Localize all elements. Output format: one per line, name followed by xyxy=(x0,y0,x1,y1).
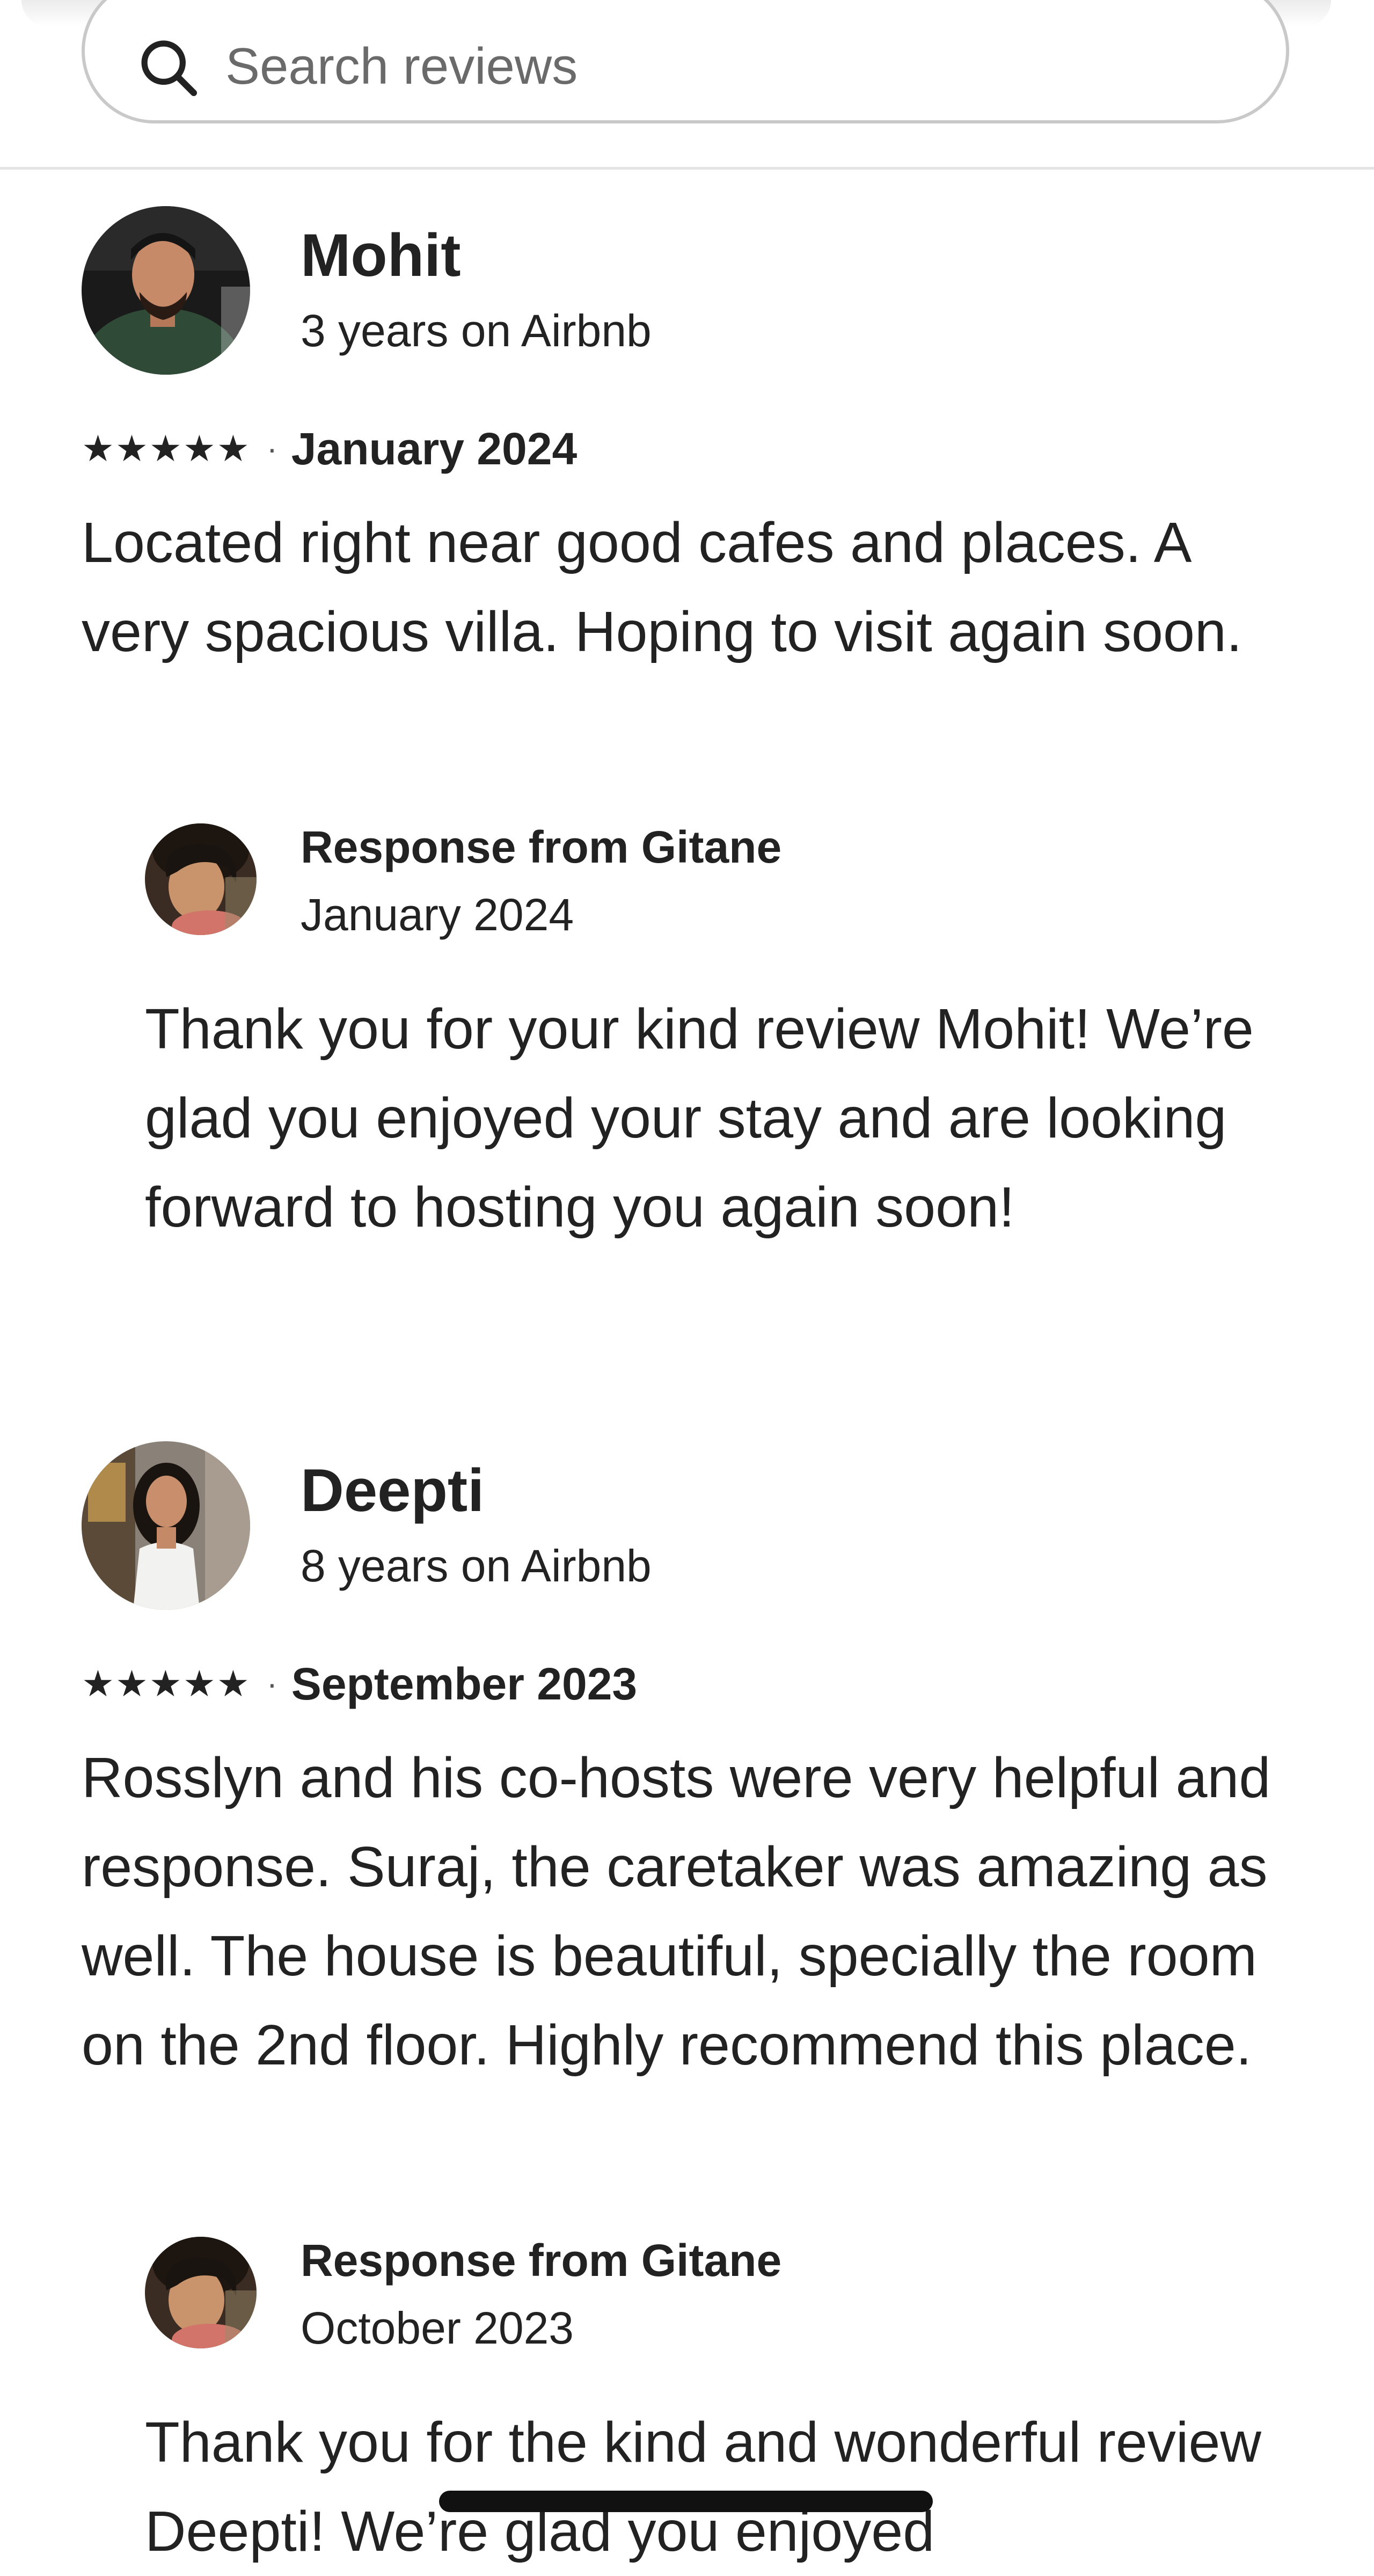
search-icon xyxy=(141,40,197,96)
search-bar[interactable] xyxy=(82,0,1289,123)
reviewer-tenure: 3 years on Airbnb xyxy=(301,305,652,356)
response-date: October 2023 xyxy=(301,2303,574,2353)
host-avatar[interactable] xyxy=(145,823,257,935)
reviewer-avatar[interactable] xyxy=(82,1441,250,1610)
search-header xyxy=(0,0,1374,170)
host-avatar[interactable] xyxy=(145,2237,257,2348)
review-date: September 2023 xyxy=(291,1659,638,1709)
review-card: Mohit 3 years on Airbnb ★★★★★ · January … xyxy=(82,206,1295,1333)
review-text: Located right near good cafes and places… xyxy=(82,511,1243,663)
rating-row: ★★★★★ · September 2023 xyxy=(82,1661,637,1706)
reviewer-name: Deepti xyxy=(301,1457,485,1524)
search-input[interactable] xyxy=(225,34,1218,99)
response-title: Response from Gitane xyxy=(301,2235,782,2286)
review-text: Rosslyn and his co-hosts were very helpf… xyxy=(82,1746,1271,2077)
separator-dot: · xyxy=(266,1666,277,1702)
reviewer-tenure: 8 years on Airbnb xyxy=(301,1541,652,1591)
response-text: Thank you for your kind review Mohit! We… xyxy=(145,997,1254,1239)
star-rating-icon: ★★★★★ xyxy=(82,1663,251,1704)
avatar-photo-icon xyxy=(82,206,250,375)
rating-row: ★★★★★ · January 2024 xyxy=(82,426,577,471)
response-text: Thank you for the kind and wonderful rev… xyxy=(145,2411,1261,2563)
reviewer-name: Mohit xyxy=(301,222,461,289)
review-card: Deepti 8 years on Airbnb ★★★★★ · Septemb… xyxy=(82,1441,1295,2563)
star-rating-icon: ★★★★★ xyxy=(82,428,251,469)
response-date: January 2024 xyxy=(301,889,574,940)
response-title: Response from Gitane xyxy=(301,822,782,872)
host-avatar-photo-icon xyxy=(145,823,257,935)
separator-dot: · xyxy=(266,430,277,466)
reviewer-avatar[interactable] xyxy=(82,206,250,375)
host-avatar-photo-icon xyxy=(145,2237,257,2348)
review-date: January 2024 xyxy=(291,424,578,474)
home-indicator[interactable] xyxy=(439,2491,933,2512)
avatar-photo-icon xyxy=(82,1441,250,1610)
